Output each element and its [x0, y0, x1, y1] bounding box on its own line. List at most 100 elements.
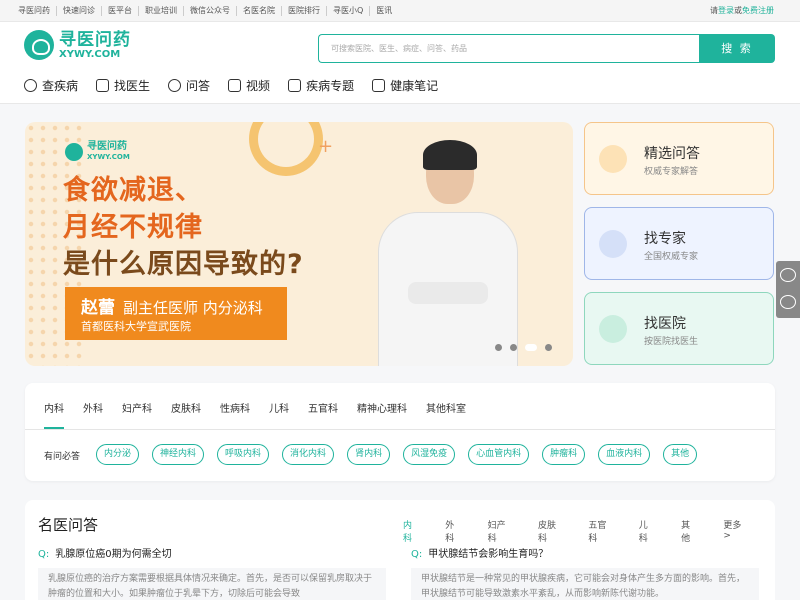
department-tabs: 内科 外科 妇产科 皮肤科 性病科 儿科 五官科 精神心理科 其他科室	[44, 400, 485, 415]
nav-label: 问答	[186, 79, 211, 93]
nav-label: 查疾病	[42, 79, 79, 93]
login-link[interactable]: 登录	[718, 6, 734, 15]
logo-text-en: XYWY.COM	[59, 48, 121, 60]
card-find-hospital[interactable]: 找医院 按医院找医生	[584, 292, 774, 365]
carousel-dot[interactable]	[510, 344, 517, 351]
banner-line-1: 食欲减退、	[63, 175, 203, 206]
doctor-title: 副主任医师	[123, 299, 199, 317]
search-input[interactable]: 可搜索医院、医生、病症、问答、药品	[318, 34, 699, 63]
carousel-indicators	[495, 344, 560, 351]
banner-logo-en: XYWY.COM	[87, 153, 130, 161]
weibo-icon[interactable]	[780, 295, 796, 309]
logo-text-cn: 寻医问药	[59, 29, 131, 50]
question-item[interactable]: Q: 乳腺原位癌0期为何需全切	[38, 545, 172, 560]
top-link[interactable]: 寻医问药	[18, 6, 56, 16]
dept-tag[interactable]: 肾内科	[347, 444, 391, 465]
carousel-dot-active[interactable]	[525, 344, 537, 351]
doctor-dept: 内分泌科	[202, 299, 263, 317]
qa-tab[interactable]: 五官科	[588, 518, 612, 544]
card-selected-qa[interactable]: 精选问答 权威专家解答	[584, 122, 774, 195]
banner-line-3: 是什么原因导致的?	[63, 249, 304, 280]
dept-tag[interactable]: 内分泌	[96, 444, 140, 465]
carousel-dot[interactable]	[545, 344, 552, 351]
header: 寻医问药 XYWY.COM 可搜索医院、医生、病症、问答、药品 搜 索 查疾病 …	[0, 22, 800, 104]
nav-label: 视频	[246, 79, 271, 93]
search-button[interactable]: 搜 索	[699, 34, 775, 63]
qa-tab[interactable]: 皮肤科	[538, 518, 562, 544]
question-text: 甲状腺结节会影响生育吗？	[428, 549, 549, 560]
top-link[interactable]: 名医名院	[236, 6, 281, 16]
nav-notes[interactable]: 健康笔记	[372, 77, 438, 94]
q-marker: Q:	[411, 549, 423, 560]
dept-tag[interactable]: 风湿免疫	[403, 444, 456, 465]
dept-tag[interactable]: 其他	[663, 444, 698, 465]
wechat-icon[interactable]	[780, 268, 796, 282]
dept-tab[interactable]: 外科	[83, 400, 103, 415]
list-icon	[288, 79, 302, 92]
doctor-name: 赵蕾	[81, 298, 115, 318]
question-text: 乳腺原位癌0期为何需全切	[55, 549, 172, 560]
top-link[interactable]: 医讯	[369, 6, 398, 16]
nav-topics[interactable]: 疾病专题	[288, 77, 354, 94]
login-prefix: 请	[710, 6, 718, 15]
nav-qa[interactable]: 问答	[168, 77, 210, 94]
dept-tag[interactable]: 心血管内科	[468, 444, 530, 465]
card-title: 找医院	[644, 316, 686, 332]
login-area: 请登录或免费注册	[710, 6, 774, 16]
dept-tag[interactable]: 消化内科	[282, 444, 335, 465]
qa-tab[interactable]: 外科	[445, 518, 461, 544]
top-link[interactable]: 快速问诊	[56, 6, 101, 16]
top-link[interactable]: 寻医小Q	[326, 6, 369, 16]
top-link[interactable]: 医院排行	[281, 6, 326, 16]
top-link[interactable]: 医平台	[101, 6, 138, 16]
divider	[25, 429, 775, 430]
dept-tab[interactable]: 五官科	[308, 400, 338, 415]
qa-tab[interactable]: 儿科	[639, 518, 655, 544]
qa-tab[interactable]: 内科	[403, 518, 419, 544]
qa-tab[interactable]: 妇产科	[488, 518, 512, 544]
top-link[interactable]: 微信公众号	[183, 6, 236, 16]
question-item[interactable]: Q: 甲状腺结节会影响生育吗？	[411, 545, 548, 560]
banner-logo: 寻医问药 XYWY.COM	[65, 142, 130, 162]
top-link[interactable]: 职业培训	[138, 6, 183, 16]
nav-label: 疾病专题	[306, 79, 355, 93]
answer-preview[interactable]: 甲状腺结节是一种常见的甲状腺疾病，它可能会对身体产生多方面的影响。首先，甲状腺结…	[411, 568, 759, 600]
qa-more-link[interactable]: 更多 >	[723, 518, 749, 544]
nav-label: 找医生	[114, 79, 151, 93]
search-bar: 可搜索医院、医生、病症、问答、药品 搜 索	[318, 34, 775, 63]
dept-tag[interactable]: 肿瘤科	[542, 444, 586, 465]
banner-ring-decoration	[249, 122, 323, 176]
nav-video[interactable]: 视频	[228, 77, 270, 94]
dept-tab[interactable]: 性病科	[220, 400, 250, 415]
card-find-expert[interactable]: 找专家 全国权威专家	[584, 207, 774, 280]
card-subtitle: 按医院找医生	[644, 337, 699, 347]
dept-tab[interactable]: 皮肤科	[171, 400, 201, 415]
hero-banner[interactable]: + 寻医问药 XYWY.COM 食欲减退、 月经不规律 是什么原因导致的? 赵蕾副…	[25, 122, 573, 366]
card-subtitle: 全国权威专家	[644, 252, 699, 262]
dept-tab[interactable]: 内科	[44, 400, 64, 415]
nav-doctors[interactable]: 找医生	[96, 77, 150, 94]
department-tags: 内分泌 神经内科 呼吸内科 消化内科 肾内科 风湿免疫 心血管内科 肿瘤科 血液…	[96, 444, 710, 465]
carousel-dot[interactable]	[495, 344, 502, 351]
dept-tab[interactable]: 其他科室	[426, 400, 466, 415]
tags-label: 有问必答	[44, 452, 81, 462]
site-logo[interactable]: 寻医问药 XYWY.COM	[24, 30, 131, 60]
dept-tab[interactable]: 精神心理科	[357, 400, 407, 415]
qa-tab[interactable]: 其他	[681, 518, 697, 544]
dept-tab[interactable]: 儿科	[269, 400, 289, 415]
card-subtitle: 权威专家解答	[644, 167, 699, 177]
top-links: 寻医问药 快速问诊 医平台 职业培训 微信公众号 名医名院 医院排行 寻医小Q …	[18, 6, 398, 16]
login-or: 或	[734, 6, 742, 15]
dept-tag[interactable]: 血液内科	[598, 444, 651, 465]
nav-diseases[interactable]: 查疾病	[24, 77, 78, 94]
logo-icon	[24, 30, 54, 60]
plus-icon: +	[318, 136, 334, 157]
dept-tab[interactable]: 妇产科	[122, 400, 152, 415]
chat-icon	[599, 145, 627, 173]
dept-tag[interactable]: 神经内科	[152, 444, 205, 465]
top-bar: 寻医问药 快速问诊 医平台 职业培训 微信公众号 名医名院 医院排行 寻医小Q …	[0, 0, 800, 22]
register-link[interactable]: 免费注册	[742, 6, 774, 15]
dept-tag[interactable]: 呼吸内科	[217, 444, 270, 465]
card-title: 找专家	[644, 231, 686, 247]
answer-preview[interactable]: 乳腺原位癌的治疗方案需要根据具体情况来确定。首先，是否可以保留乳房取决于肿瘤的位…	[38, 568, 386, 600]
